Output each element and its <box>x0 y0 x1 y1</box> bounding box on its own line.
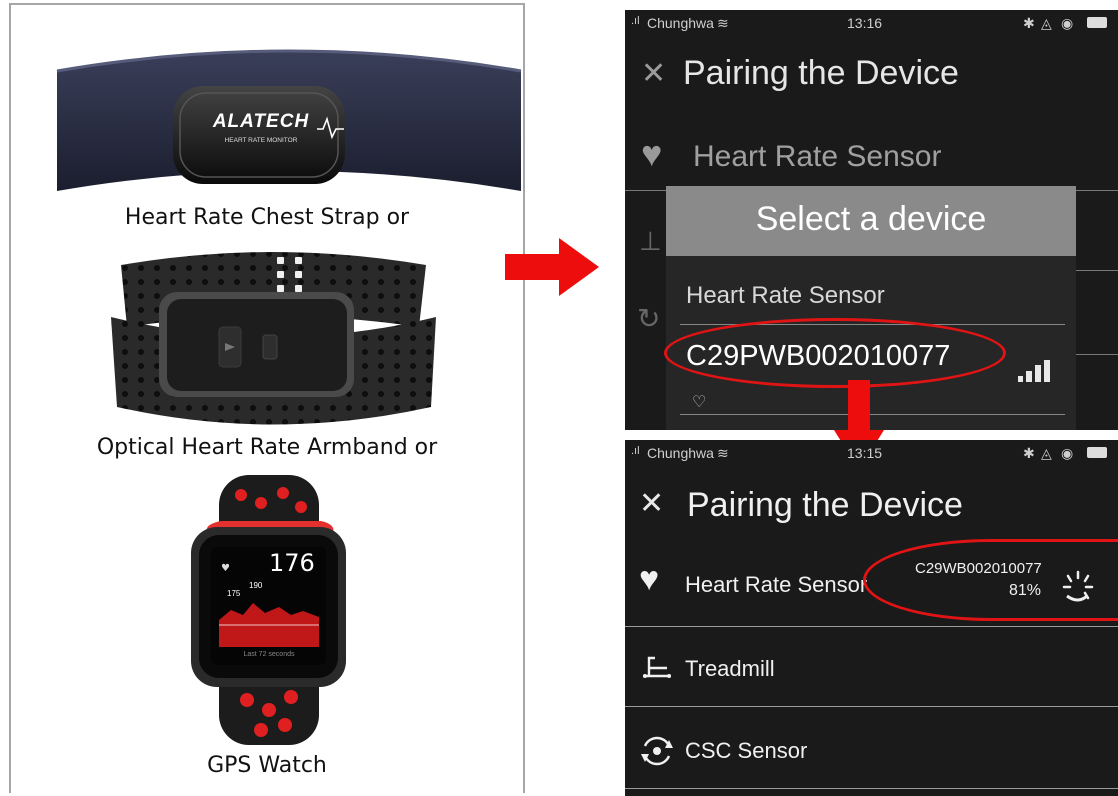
battery-icon <box>1087 17 1107 28</box>
status-bar: .ıl Chunghwa ≋ 13:15 ✱ ◬ ◉ <box>625 440 1118 466</box>
mute-icon: ◬ <box>1041 15 1052 31</box>
csc-cycle-icon: ↻ <box>637 303 661 334</box>
gps-watch-caption: GPS Watch <box>207 753 327 778</box>
strap-sub-label: HEART RATE MONITOR <box>224 137 298 144</box>
sensor-row-label[interactable]: Heart Rate Sensor <box>693 140 941 174</box>
row-divider <box>625 788 1118 789</box>
treadmill-icon <box>639 654 675 680</box>
wifi-icon: ≋ <box>717 15 729 31</box>
mute-icon: ◬ <box>1041 445 1052 461</box>
watch-hr-min: 175 <box>227 589 241 598</box>
bluetooth-icon: ✱ <box>1023 15 1035 31</box>
signal-strength-icon <box>1018 360 1050 382</box>
highlight-ellipse <box>863 539 1118 621</box>
signal-icon: .ıl <box>631 15 640 27</box>
wifi-icon: ≋ <box>717 445 729 461</box>
signal-icon: .ıl <box>631 445 640 457</box>
sensor-row-label: CSC Sensor <box>685 738 808 763</box>
bluetooth-icon: ✱ <box>1023 445 1035 461</box>
battery-icon <box>1087 447 1107 458</box>
csc-cycle-icon <box>639 734 675 768</box>
page-title: Pairing the Device <box>687 486 963 524</box>
dialog-category-label: Heart Rate Sensor <box>686 282 885 309</box>
treadmill-icon: ⊥ <box>639 226 662 256</box>
row-divider <box>625 706 1118 707</box>
clock-label: 13:15 <box>847 445 883 461</box>
eye-icon: ◉ <box>1061 445 1074 461</box>
row-divider <box>625 626 1118 627</box>
close-icon[interactable]: ✕ <box>639 486 664 521</box>
dialog-title: Select a device <box>755 200 987 238</box>
heart-outline-icon: ♡ <box>692 394 707 411</box>
sensor-row-label: Treadmill <box>685 656 775 681</box>
sensor-row-csc[interactable]: CSC Sensor <box>625 710 1118 786</box>
page-title: Pairing the Device <box>683 54 959 92</box>
watch-hr-value: 176 <box>269 549 315 577</box>
heart-icon: ♥ <box>639 560 660 598</box>
highlight-ellipse <box>664 318 1006 388</box>
sensor-row-treadmill[interactable]: Treadmill <box>625 630 1118 706</box>
watch-footer-label: Last 72 seconds <box>243 651 295 658</box>
carrier-label: Chunghwa <box>647 445 714 461</box>
armband-caption: Optical Heart Rate Armband or <box>96 435 438 460</box>
sensor-row-label: Heart Rate Sensor <box>685 572 868 597</box>
watch-hr-max: 190 <box>249 581 263 590</box>
status-bar: .ıl Chunghwa ≋ 13:16 ✱ ◬ ◉ <box>625 10 1118 36</box>
eye-icon: ◉ <box>1061 15 1074 31</box>
close-icon[interactable]: ✕ <box>641 56 666 91</box>
svg-text:♥: ♥ <box>221 563 230 574</box>
product-panel: ALATECH HEART RATE MONITOR Heart Rate Ch… <box>9 3 525 793</box>
heart-icon: ♥ <box>641 133 663 174</box>
gps-watch-image: ♥ 176 190 175 Last 72 seconds <box>161 475 376 745</box>
chest-strap-caption: Heart Rate Chest Strap or <box>124 205 410 230</box>
clock-label: 13:16 <box>847 15 883 31</box>
carrier-label: Chunghwa <box>647 15 714 31</box>
armband-image <box>101 247 446 427</box>
chest-strap-image: ALATECH HEART RATE MONITOR <box>55 41 523 199</box>
strap-brand-logo: ALATECH <box>212 111 310 132</box>
right-arrow <box>505 238 599 296</box>
